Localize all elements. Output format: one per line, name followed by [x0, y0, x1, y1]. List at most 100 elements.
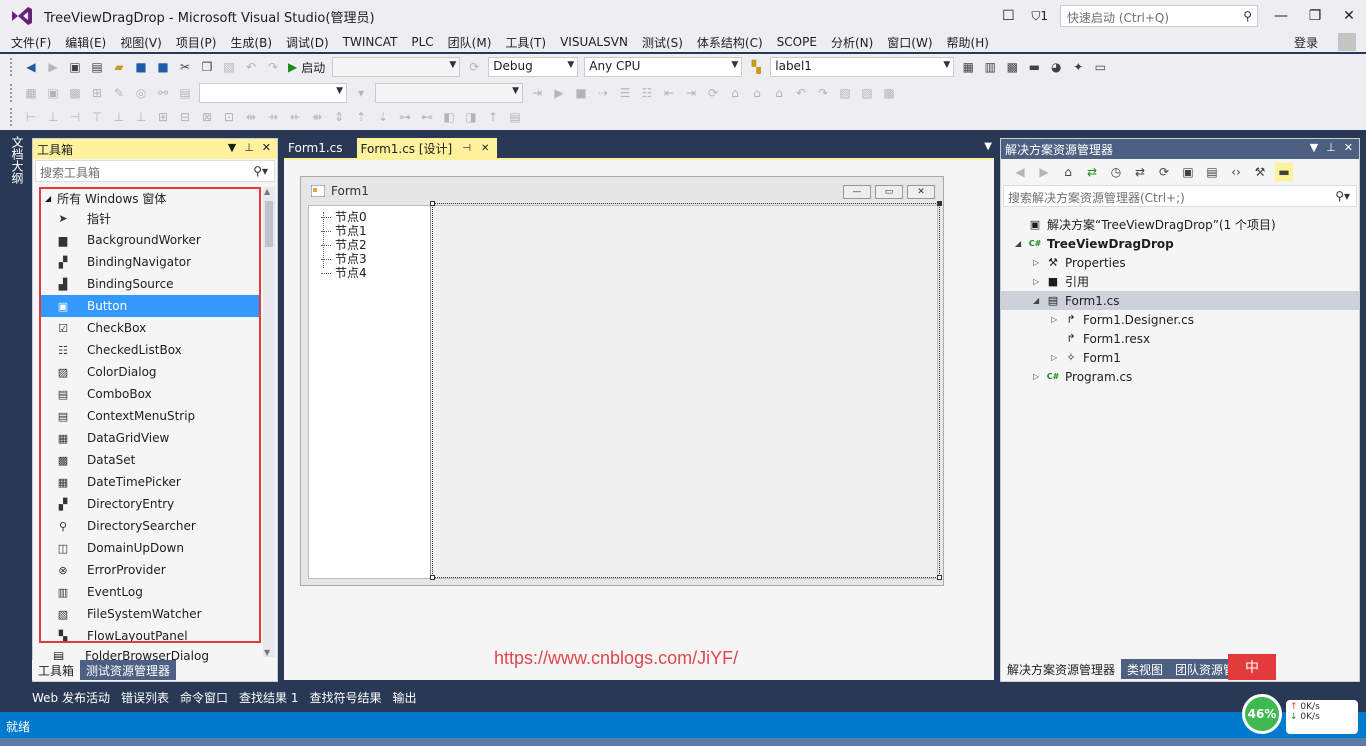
expander-icon[interactable]: ◢: [1033, 296, 1045, 305]
align-icon[interactable]: ▣: [44, 84, 62, 102]
tree-row[interactable]: ▷ ⚒ Properties: [1001, 253, 1359, 272]
tree-node[interactable]: 节点3: [309, 252, 430, 266]
list-item[interactable]: ⚲ DirectorySearcher: [41, 515, 259, 537]
menu-scope[interactable]: SCOPE: [770, 35, 824, 49]
menu-team[interactable]: 团队(M): [441, 34, 499, 51]
redo-icon[interactable]: ↷: [814, 84, 832, 102]
clean-icon[interactable]: ⌂: [770, 84, 788, 102]
home-icon[interactable]: ⌂: [1059, 163, 1077, 181]
document-outline-tab[interactable]: 文档大纲: [9, 136, 26, 184]
resize-handle[interactable]: [430, 575, 435, 580]
toolbox-scrollbar[interactable]: ▲ ▼: [263, 187, 275, 657]
tab-command-window[interactable]: 命令窗口: [176, 688, 234, 706]
align-center-icon[interactable]: ⊥: [44, 108, 62, 126]
list-item[interactable]: ▤ ComboBox: [41, 383, 259, 405]
menu-debug[interactable]: 调试(D): [279, 34, 336, 51]
lock-icon[interactable]: ◎: [132, 84, 150, 102]
list-item[interactable]: ▧ FileSystemWatcher: [41, 603, 259, 625]
forward-icon[interactable]: ▶: [1035, 163, 1053, 181]
forward-icon[interactable]: ▶: [44, 58, 62, 76]
list-item[interactable]: ▤ ContextMenuStrip: [41, 405, 259, 427]
expander-icon[interactable]: ▷: [1051, 353, 1063, 362]
pin-icon[interactable]: ⊥: [1326, 141, 1336, 154]
pin-icon[interactable]: ⊣: [462, 143, 471, 154]
list-item[interactable]: ▦ DataGridView: [41, 427, 259, 449]
toolbar-grip[interactable]: [10, 108, 14, 126]
tree-row[interactable]: ◢ ▤ Form1.cs: [1001, 291, 1359, 310]
avatar[interactable]: [1338, 33, 1356, 51]
format-icon[interactable]: ▩: [66, 84, 84, 102]
rebuild-icon[interactable]: ⌂: [748, 84, 766, 102]
align-left-icon[interactable]: ⊢: [22, 108, 40, 126]
new-project-icon[interactable]: ▣: [66, 58, 84, 76]
menu-view[interactable]: 视图(V): [113, 34, 169, 51]
same-height-icon[interactable]: ⊟: [176, 108, 194, 126]
tab-test-explorer[interactable]: 测试资源管理器: [80, 660, 177, 680]
scroll-down-icon[interactable]: ▼: [264, 648, 270, 657]
tab-order-icon[interactable]: ⊞: [88, 84, 106, 102]
collapse-all-icon[interactable]: ⟳: [1155, 163, 1173, 181]
debug-target-select[interactable]: ▼: [332, 57, 461, 77]
close-icon[interactable]: ✕: [481, 143, 489, 154]
resize-handle[interactable]: [937, 575, 942, 580]
font-size-select[interactable]: ▼: [375, 83, 523, 103]
tree-node[interactable]: 节点0: [309, 210, 430, 224]
view-code-icon[interactable]: ‹›: [1227, 163, 1245, 181]
menu-edit[interactable]: 编辑(E): [58, 34, 113, 51]
tab-error-list[interactable]: 错误列表: [117, 688, 174, 706]
list-item[interactable]: ➤ 指针: [41, 207, 259, 229]
start-button[interactable]: ▶ 启动: [288, 59, 325, 76]
up-arrow-icon[interactable]: ↑: [484, 108, 502, 126]
add-item-icon[interactable]: ▤: [88, 58, 106, 76]
same-size-icon[interactable]: ⊠: [198, 108, 216, 126]
show-all-icon[interactable]: ▣: [1179, 163, 1197, 181]
tree-node[interactable]: 节点1: [309, 224, 430, 238]
tab-find-symbol[interactable]: 查找符号结果: [305, 688, 387, 706]
list-item[interactable]: ▩ DataSet: [41, 449, 259, 471]
designer-surface[interactable]: Form1 — ▭ ✕ 节点0 节点1 节点2 节点3 节点4 https://…: [284, 158, 994, 680]
expander-icon[interactable]: ▷: [1033, 372, 1045, 381]
close-button[interactable]: ✕: [1332, 2, 1366, 30]
configuration-select[interactable]: Debug ▼: [488, 57, 579, 77]
chevron-down-icon[interactable]: ▼: [984, 141, 992, 152]
tree-row[interactable]: ↱ Form1.resx: [1001, 329, 1359, 348]
tab-output[interactable]: 输出: [388, 688, 422, 706]
selected-control-outline[interactable]: [430, 201, 942, 580]
menu-test[interactable]: 测试(S): [635, 34, 690, 51]
expander-icon[interactable]: ▷: [1033, 258, 1045, 267]
v-spacing-inc-icon[interactable]: ⇡: [352, 108, 370, 126]
history-icon[interactable]: ◷: [1107, 163, 1125, 181]
build-icon[interactable]: ⌂: [726, 84, 744, 102]
sign-in-link[interactable]: 登录: [1294, 34, 1318, 51]
tab-order-icon[interactable]: ▤: [506, 108, 524, 126]
tab-form1-design[interactable]: Form1.cs [设计] ⊣ ✕: [356, 138, 498, 158]
preview-icon[interactable]: ▬: [1275, 163, 1293, 181]
image-icon[interactable]: ▩: [880, 84, 898, 102]
h-spacing-inc-icon[interactable]: ⇸: [264, 108, 282, 126]
image-icon[interactable]: ▧: [836, 84, 854, 102]
tree-row[interactable]: ▷ C# Program.cs: [1001, 367, 1359, 386]
image-icon[interactable]: ▨: [858, 84, 876, 102]
refresh-icon[interactable]: ⟳: [465, 58, 483, 76]
v-spacing-dec-icon[interactable]: ⇣: [374, 108, 392, 126]
redo-icon[interactable]: ↷: [264, 58, 282, 76]
tree-row[interactable]: ▷ ↱ Form1.Designer.cs: [1001, 310, 1359, 329]
wrench-icon[interactable]: ⚒: [1251, 163, 1269, 181]
expander-icon[interactable]: ▷: [1033, 277, 1045, 286]
h-spacing-remove-icon[interactable]: ⇻: [308, 108, 326, 126]
tree-row[interactable]: ▷ ✧ Form1: [1001, 348, 1359, 367]
indent-icon[interactable]: ⇤: [660, 84, 678, 102]
tab-form1-code[interactable]: Form1.cs: [284, 138, 347, 158]
close-icon[interactable]: ✕: [1344, 141, 1353, 154]
reload-icon[interactable]: ⟳: [704, 84, 722, 102]
toolbox-category[interactable]: ◢ 所有 Windows 窗体: [41, 189, 259, 207]
menu-help[interactable]: 帮助(H): [940, 34, 996, 51]
align-grid-icon[interactable]: ▦: [22, 84, 40, 102]
font-name-select[interactable]: ▼: [199, 83, 347, 103]
extension-icon[interactable]: ✦: [1069, 58, 1087, 76]
palette-icon[interactable]: ◕: [1047, 58, 1065, 76]
list-item[interactable]: ▞ BindingNavigator: [41, 251, 259, 273]
chevron-down-icon[interactable]: ▼: [228, 141, 236, 154]
list-item[interactable]: ▆ BackgroundWorker: [41, 229, 259, 251]
minimize-button[interactable]: —: [1264, 2, 1298, 30]
